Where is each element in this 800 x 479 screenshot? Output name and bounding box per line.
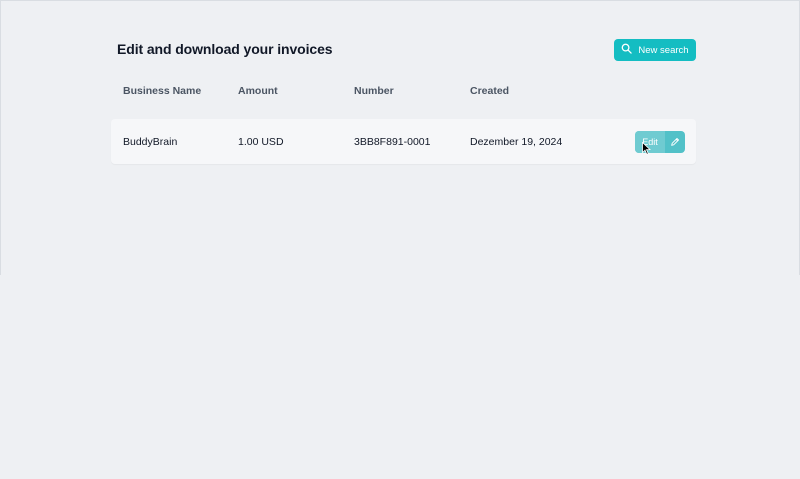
page-title: Edit and download your invoices [117,41,333,57]
business-name-cell: BuddyBrain [123,136,178,148]
pencil-icon [665,137,685,147]
mouse-cursor-icon [642,142,651,155]
column-amount: Amount [238,85,278,97]
amount-cell: 1.00 USD [238,136,284,148]
column-created: Created [470,85,510,97]
table-header: Business Name Amount Number Created [111,85,696,99]
search-icon [621,43,633,57]
column-number: Number [354,85,394,97]
number-cell: 3BB8F891-0001 [354,136,431,148]
table-row: BuddyBrain 1.00 USD 3BB8F891-0001 Dezemb… [111,119,696,164]
column-business-name: Business Name [123,85,202,97]
new-search-button[interactable]: New search [614,39,696,61]
created-cell: Dezember 19, 2024 [470,136,563,148]
new-search-label: New search [638,44,689,56]
